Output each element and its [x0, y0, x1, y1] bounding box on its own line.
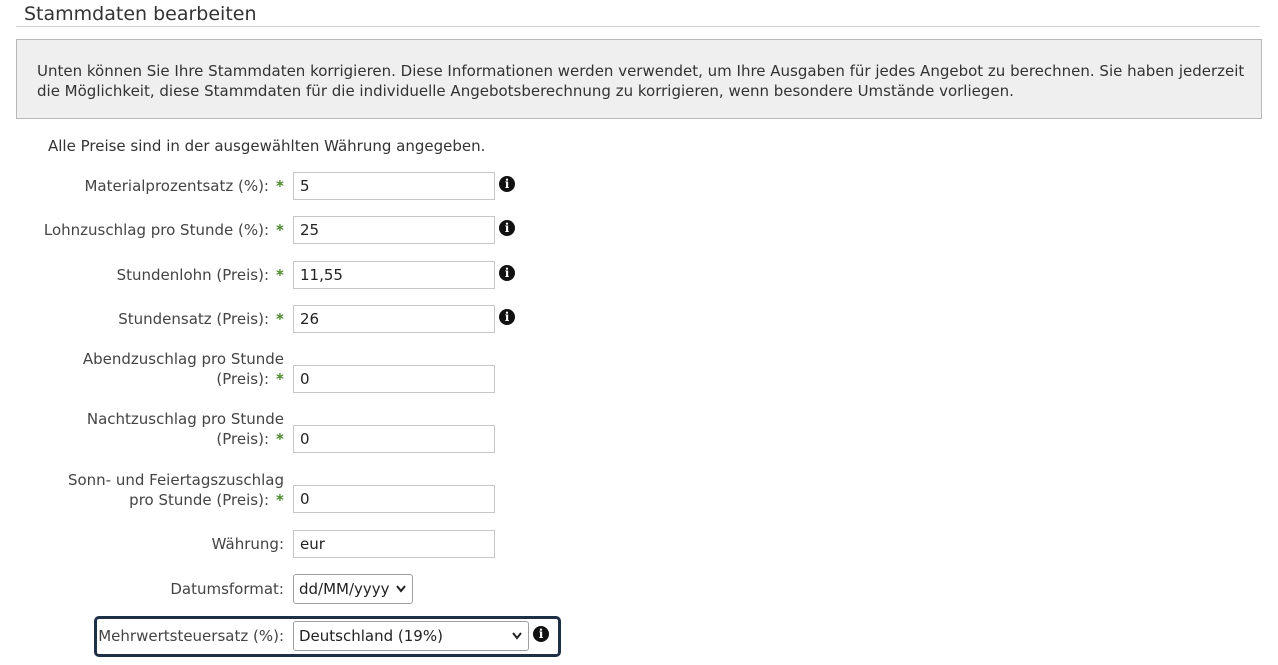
info-box-text: Unten können Sie Ihre Stammdaten korrigi…	[37, 62, 1245, 100]
lohnzuschlag-input[interactable]	[293, 216, 495, 244]
nachtzuschlag-label-line2: (Preis):	[216, 430, 269, 448]
info-icon[interactable]: i	[499, 176, 515, 192]
info-icon[interactable]: i	[499, 265, 515, 281]
stundenlohn-label: Stundenlohn (Preis):	[116, 266, 269, 284]
currency-note: Alle Preise sind in der ausgewählten Wäh…	[48, 137, 486, 155]
datumsformat-value: dd/MM/yyyy	[299, 580, 390, 598]
required-marker: *	[276, 370, 284, 388]
nachtzuschlag-input[interactable]	[293, 425, 495, 453]
lohnzuschlag-label: Lohnzuschlag pro Stunde (%):	[43, 221, 269, 239]
form-row-material: Materialprozentsatz (%): * i	[0, 172, 600, 202]
stundensatz-input[interactable]	[293, 305, 495, 333]
mehrwertsteuersatz-label: Mehrwertsteuersatz (%):	[98, 627, 284, 645]
chevron-down-icon	[396, 575, 406, 613]
form-row-waehrung: Währung:	[0, 530, 600, 560]
required-marker: *	[276, 177, 284, 195]
form-row-sonn-feiertag: Sonn- und Feiertagszuschlag pro Stunde (…	[0, 470, 600, 516]
datumsformat-select[interactable]: dd/MM/yyyy	[293, 574, 413, 604]
material-label: Materialprozentsatz (%):	[84, 177, 269, 195]
material-input[interactable]	[293, 172, 495, 200]
abendzuschlag-label-line2: (Preis):	[216, 370, 269, 388]
sonn-feiertag-label-line2: pro Stunde (Preis):	[129, 491, 269, 509]
required-marker: *	[276, 430, 284, 448]
mehrwertsteuersatz-select[interactable]: Deutschland (19%)	[293, 621, 529, 651]
required-marker: *	[276, 221, 284, 239]
form-row-abendzuschlag: Abendzuschlag pro Stunde (Preis): *	[0, 349, 600, 395]
required-marker: *	[276, 491, 284, 509]
stundenlohn-input[interactable]	[293, 261, 495, 289]
form-row-stundenlohn: Stundenlohn (Preis): * i	[0, 261, 600, 291]
page-title: Stammdaten bearbeiten	[24, 3, 257, 25]
datumsformat-label: Datumsformat:	[170, 580, 284, 598]
info-icon[interactable]: i	[499, 309, 515, 325]
stundensatz-label: Stundensatz (Preis):	[118, 310, 269, 328]
form-row-nachtzuschlag: Nachtzuschlag pro Stunde (Preis): *	[0, 409, 600, 455]
title-divider	[16, 26, 1260, 27]
required-marker: *	[276, 310, 284, 328]
form-row-datumsformat: Datumsformat: dd/MM/yyyy	[0, 574, 600, 606]
required-marker: *	[276, 266, 284, 284]
abendzuschlag-label-line1: Abendzuschlag pro Stunde	[82, 350, 284, 368]
waehrung-label: Währung:	[211, 535, 284, 553]
sonn-feiertag-label-line1: Sonn- und Feiertagszuschlag	[67, 471, 284, 489]
waehrung-input[interactable]	[293, 530, 495, 558]
chevron-down-icon	[512, 622, 522, 660]
form-row-stundensatz: Stundensatz (Preis): * i	[0, 305, 600, 335]
form-row-lohnzuschlag: Lohnzuschlag pro Stunde (%): * i	[0, 216, 600, 246]
info-icon[interactable]: i	[533, 626, 549, 642]
info-box: Unten können Sie Ihre Stammdaten korrigi…	[16, 39, 1262, 119]
abendzuschlag-input[interactable]	[293, 365, 495, 393]
form-row-mehrwertsteuersatz: Mehrwertsteuersatz (%): Deutschland (19%…	[0, 621, 600, 653]
mehrwertsteuersatz-value: Deutschland (19%)	[299, 627, 443, 645]
info-icon[interactable]: i	[499, 220, 515, 236]
nachtzuschlag-label-line1: Nachtzuschlag pro Stunde	[86, 410, 284, 428]
sonn-feiertag-input[interactable]	[293, 485, 495, 513]
